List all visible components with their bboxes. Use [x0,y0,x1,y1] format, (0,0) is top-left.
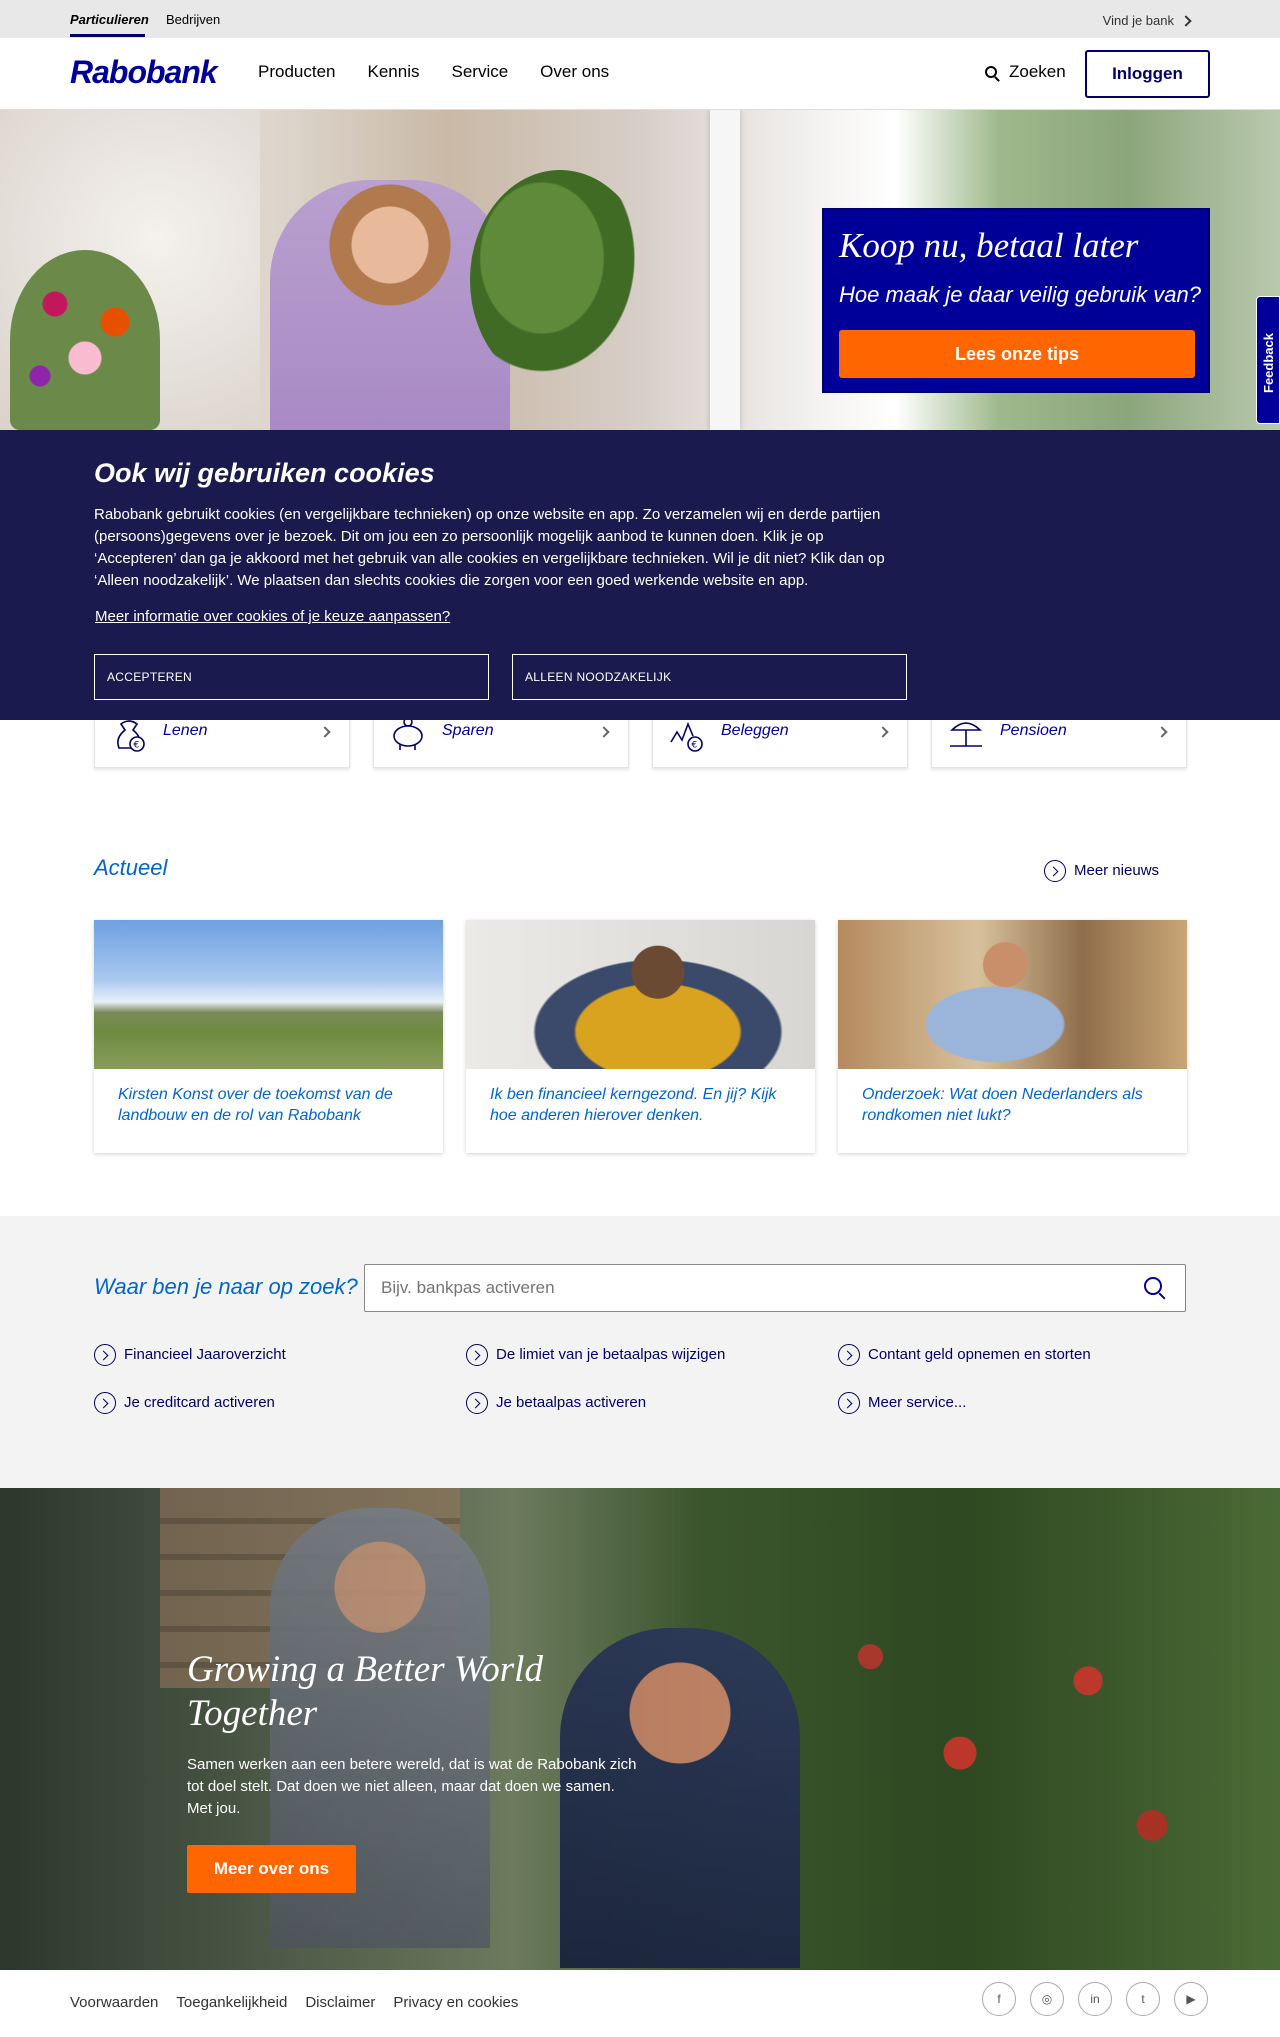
quick-link[interactable]: De limiet van je betaalpas wijzigen [466,1344,725,1366]
chevron-circle-icon [94,1344,116,1366]
chevron-right-icon [1180,15,1192,27]
twitter-icon[interactable]: t [1126,1982,1160,2016]
footer-links: Voorwaarden Toegankelijkheid Disclaimer … [70,1994,518,2011]
news-card-text: Onderzoek: Wat doen Nederlanders als ron… [862,1086,1143,1124]
quick-link-label: Je betaalpas activeren [496,1393,647,1411]
rabobank-logo[interactable]: Rabobank [70,54,218,91]
find-bank-label: Vind je bank [1102,13,1174,28]
linkedin-icon[interactable]: in [1078,1982,1112,2016]
quick-link-label: Contant geld opnemen en storten [868,1345,1091,1363]
chevron-circle-icon [466,1392,488,1414]
hero-window-image [710,110,740,430]
news-card-image [838,920,1187,1069]
main-header: Rabobank Producten Kennis Service Over o… [0,38,1280,110]
promo-title: Koop nu, betaal later [839,226,1139,265]
quick-link[interactable]: Financieel Jaaroverzicht [94,1344,286,1366]
search-icon[interactable] [1144,1277,1162,1295]
chevron-right-icon [877,726,889,738]
quick-link-label: Je creditcard activeren [124,1393,275,1411]
service-search-input[interactable] [364,1264,1186,1312]
footer-link-privacy[interactable]: Privacy en cookies [393,1994,518,2011]
footer-link-disclaimer[interactable]: Disclaimer [305,1994,375,2011]
quick-link-label: De limiet van je betaalpas wijzigen [496,1345,726,1363]
cookie-banner: Ook wij gebruiken cookies Rabobank gebru… [0,430,1280,720]
product-label-lenen: Lenen [163,722,208,739]
search-label: Zoeken [1009,62,1066,81]
promo-tips-button[interactable]: Lees onze tips [839,330,1195,378]
about-us-button[interactable]: Meer over ons [187,1845,356,1893]
product-label-pensioen: Pensioen [1000,722,1067,739]
active-segment-indicator [70,34,145,37]
news-card-image [94,920,443,1069]
quick-link[interactable]: Je betaalpas activeren [466,1392,646,1414]
svg-text:€: € [692,741,698,751]
news-card[interactable]: Kirsten Konst over de toekomst van de la… [94,920,443,1153]
news-card-text: Kirsten Konst over de toekomst van de la… [118,1086,393,1124]
quick-link[interactable]: Je creditcard activeren [94,1392,275,1414]
chevron-right-icon [1156,726,1168,738]
nav-over-ons[interactable]: Over ons [540,62,609,82]
chevron-circle-icon [94,1392,116,1414]
service-search-section: Waar ben je naar op zoek? Financieel Jaa… [0,1216,1280,1488]
more-news-label: Meer nieuws [1074,861,1160,879]
service-search-title: Waar ben je naar op zoek? [94,1274,358,1299]
news-card[interactable]: Onderzoek: Wat doen Nederlanders als ron… [838,920,1187,1153]
hero-promo-box: Koop nu, betaal later Hoe maak je daar v… [822,208,1210,393]
cookie-accept-button[interactable]: ACCEPTEREN [94,654,489,700]
quick-link[interactable]: Meer service... [838,1392,966,1414]
money-bag-euro-icon: € [117,720,145,752]
youtube-icon[interactable]: ▶ [1174,1982,1208,2016]
footer: Voorwaarden Toegankelijkheid Disclaimer … [0,1970,1280,2037]
quick-link-label: Meer service... [868,1393,967,1411]
feedback-tab[interactable]: Feedback [1256,296,1280,424]
promo-subtitle: Hoe maak je daar veilig gebruik van? [839,282,1201,307]
find-bank-link[interactable]: Vind je bank [1102,13,1192,28]
footer-link-toegankelijkheid[interactable]: Toegankelijkheid [176,1994,287,2011]
actueel-title: Actueel [94,855,168,880]
chevron-circle-icon [1044,860,1066,882]
cookie-text: Rabobank gebruikt cookies (en vergelijkb… [94,506,885,589]
chevron-circle-icon [466,1344,488,1366]
news-card-image [466,920,815,1069]
chevron-circle-icon [838,1392,860,1414]
chevron-right-icon [598,726,610,738]
instagram-icon[interactable]: ◎ [1030,1982,1064,2016]
nav-producten[interactable]: Producten [258,62,336,82]
news-card[interactable]: Ik ben financieel kerngezond. En jij? Ki… [466,920,815,1153]
news-card-text: Ik ben financieel kerngezond. En jij? Ki… [490,1086,777,1124]
more-news-link[interactable]: Meer nieuws [1044,860,1159,882]
cookie-necessary-button[interactable]: ALLEEN NOODZAKELIJK [512,654,907,700]
piggy-bank-icon [393,717,423,750]
quick-link[interactable]: Contant geld opnemen en storten [838,1344,1091,1366]
utility-bar: Particulieren Bedrijven Vind je bank [0,0,1280,38]
growing-banner: Growing a Better World Together Samen we… [0,1488,1280,1970]
chevron-right-icon [319,726,331,738]
footer-link-voorwaarden[interactable]: Voorwaarden [70,1994,158,2011]
svg-text:€: € [134,741,140,751]
search-link[interactable]: Zoeken [985,62,1066,82]
product-label-beleggen: Beleggen [721,722,789,739]
feedback-label: Feedback [1261,333,1276,393]
cookie-title: Ook wij gebruiken cookies [94,458,435,488]
growing-text: Samen werken aan een betere wereld, dat … [187,1756,637,1817]
product-label-sparen: Sparen [442,722,494,739]
login-button[interactable]: Inloggen [1085,50,1210,98]
search-icon [985,66,997,78]
segment-particulieren[interactable]: Particulieren [70,12,149,27]
main-nav: Producten Kennis Service Over ons [258,62,609,82]
chevron-circle-icon [838,1344,860,1366]
nav-service[interactable]: Service [451,62,508,82]
segment-bedrijven[interactable]: Bedrijven [166,12,220,27]
growing-title: Growing a Better World Together [187,1649,543,1734]
facebook-icon[interactable]: f [982,1982,1016,2016]
cookie-more-info-link[interactable]: Meer informatie over cookies of je keuze… [95,608,450,625]
beach-umbrella-icon [950,722,982,747]
quick-link-label: Financieel Jaaroverzicht [124,1345,286,1363]
hero-flowers-image [10,250,160,430]
nav-kennis[interactable]: Kennis [368,62,420,82]
stock-chart-euro-icon: € [670,721,703,752]
hero-plant-image [470,170,650,390]
